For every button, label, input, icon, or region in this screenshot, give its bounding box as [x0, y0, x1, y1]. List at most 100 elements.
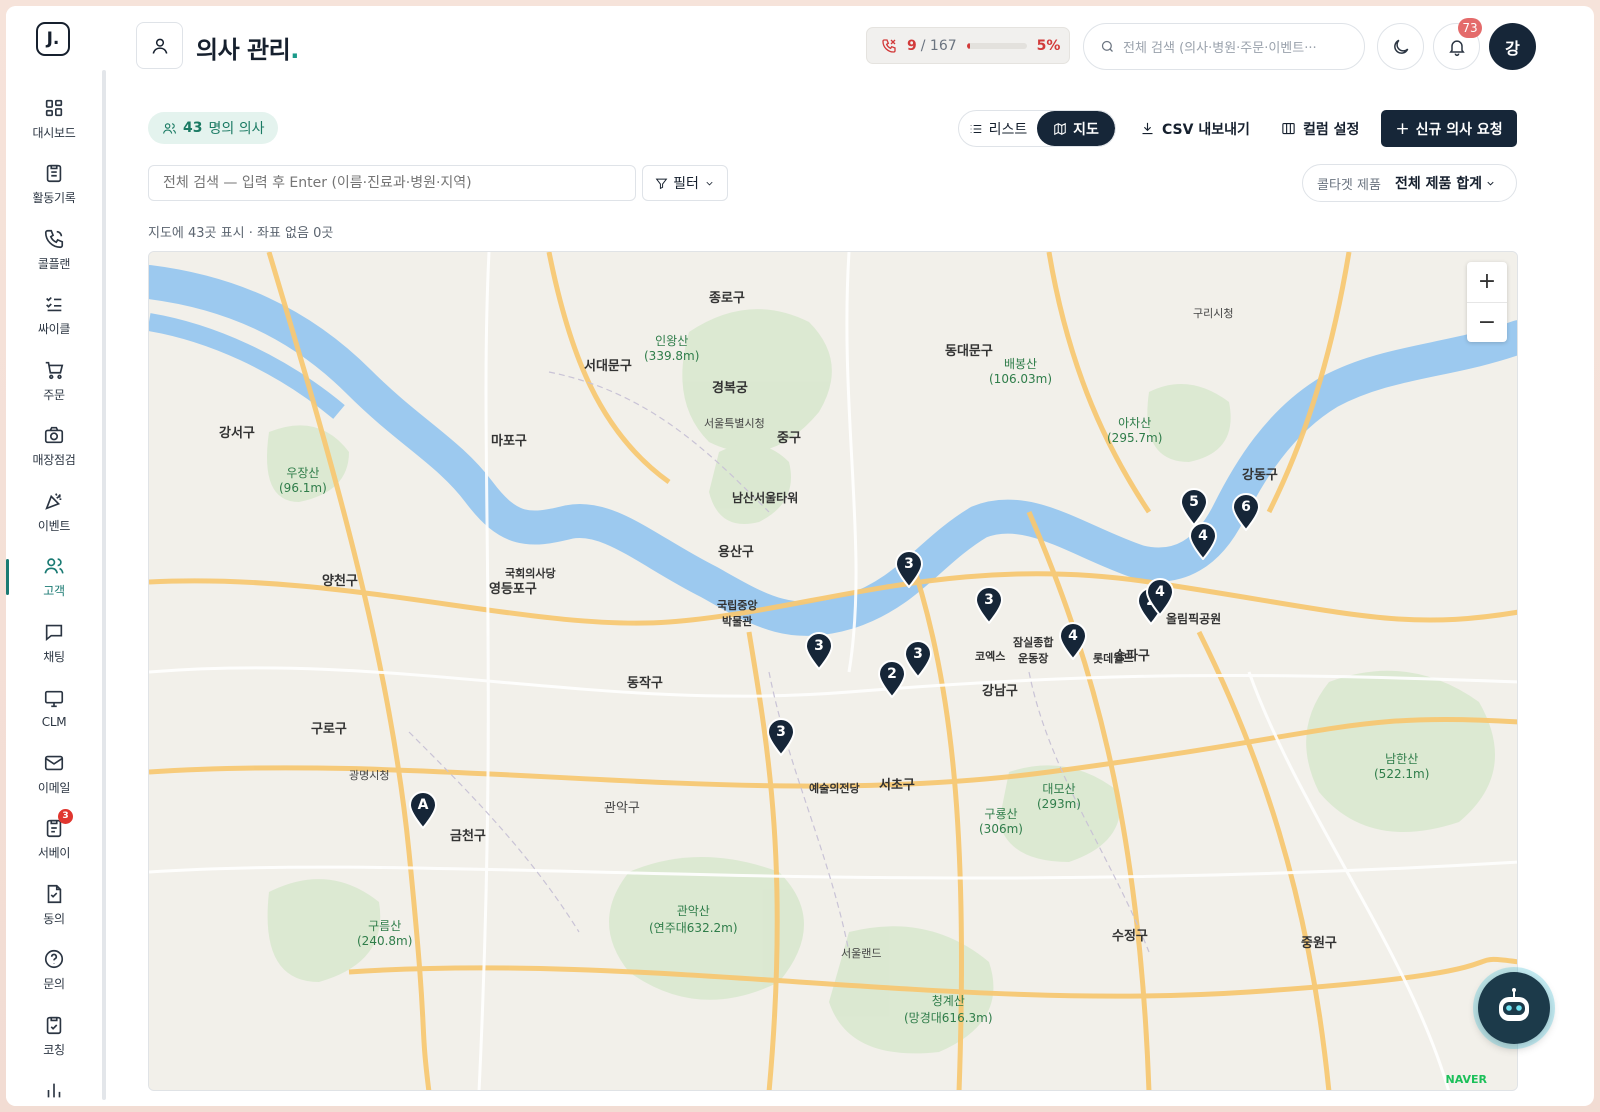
map-marker[interactable]: 4 [1145, 578, 1175, 616]
avatar[interactable]: 강 [1489, 23, 1536, 70]
map-label-guro: 구로구 [311, 722, 347, 737]
sidebar-item-label: 콜플랜 [37, 256, 71, 271]
call-progress-pill[interactable]: 9 / 167 5% [866, 27, 1070, 64]
notifications-button[interactable]: 73 [1433, 18, 1482, 70]
map-label-namsan: 남산서울타워 [732, 491, 799, 505]
map-marker[interactable]: 4 [1058, 622, 1088, 660]
sidebar-item-label: 동의 [43, 911, 65, 926]
checklist-icon [46, 297, 62, 312]
map-base-layer [149, 252, 1517, 1090]
mail-icon [44, 755, 64, 770]
call-progress-bar [966, 42, 1027, 49]
doctor-map[interactable]: 종로구 서대문구 인왕산 (339.8m) 경복궁 서울특별시청 마포구 중구 … [148, 251, 1518, 1091]
product-select-value: 전체 제품 합계 [1394, 176, 1482, 192]
sidebar-item-phone[interactable]: 콜플랜 [6, 217, 102, 283]
sidebar-item-clipboard[interactable]: 활동기록 [6, 152, 102, 218]
sidebar-scrollbar[interactable] [102, 70, 106, 1100]
map-label-inwangsan: 인왕산 (339.8m) [644, 334, 700, 363]
map-label-yangcheon: 양천구 [322, 574, 358, 589]
map-marker[interactable]: 3 [974, 586, 1004, 624]
sidebar-item-camera[interactable]: 매장점검 [6, 414, 102, 480]
map-marker[interactable]: 6 [1231, 493, 1261, 531]
list-view-button[interactable]: 리스트 [959, 111, 1037, 146]
csv-export-label: CSV 내보내기 [1162, 121, 1250, 138]
map-label-seoul-city: 서울특별시청 [704, 417, 765, 430]
sidebar-item-document[interactable]: 동의 [6, 872, 102, 938]
map-label-junggu: 중구 [777, 431, 801, 446]
column-settings-button[interactable]: 컬럼 설정 [1281, 110, 1359, 147]
map-label-achasan: 아차산 (295.7m) [1107, 416, 1163, 445]
global-search-placeholder: 전체 검색 (의사·병원·주문·이벤트··· [1123, 41, 1317, 56]
sidebar-item-mail[interactable]: 이메일 [6, 741, 102, 807]
sidebar-item-bar-chart[interactable]: 레포트 [6, 1069, 102, 1107]
zoom-out-button[interactable]: − [1467, 301, 1507, 343]
csv-export-button[interactable]: CSV 내보내기 [1140, 110, 1250, 147]
doctor-profile-button[interactable] [136, 22, 183, 69]
map-label-seodaemun: 서대문구 [584, 359, 632, 374]
product-select[interactable]: 콜타겟 제품 전체 제품 합계 [1302, 164, 1517, 202]
global-search-input[interactable]: 전체 검색 (의사·병원·주문·이벤트··· [1083, 23, 1365, 70]
new-doctor-request-button[interactable]: + 신규 의사 요청 [1381, 110, 1517, 147]
map-label-lotte: 롯데월드 [1093, 652, 1134, 665]
call-percent: 5% [1036, 37, 1061, 54]
filter-button[interactable]: 필터 [642, 165, 728, 201]
map-marker[interactable]: 3 [766, 718, 796, 756]
sidebar-item-label: 대시보드 [32, 125, 76, 140]
sidebar-item-party[interactable]: 이벤트 [6, 479, 102, 545]
sidebar-item-survey[interactable]: 서베이 3 [6, 807, 102, 873]
sidebar-item-help[interactable]: 문의 [6, 938, 102, 1004]
map-marker-count: 3 [814, 638, 824, 654]
map-label-mapo: 마포구 [491, 434, 527, 449]
map-marker[interactable]: 4 [1188, 522, 1218, 560]
map-label-gangdong: 강동구 [1242, 468, 1278, 483]
map-marker-count: 5 [1189, 494, 1199, 510]
sidebar-item-chat[interactable]: 채팅 [6, 610, 102, 676]
product-select-label: 콜타겟 제품 [1317, 177, 1381, 193]
bar-chart-icon [47, 1083, 61, 1098]
map-label-gwanak-gu: 관악구 [604, 801, 640, 816]
sidebar-item-label: 문의 [43, 977, 65, 992]
monitor-icon [44, 690, 64, 707]
sidebar-item-cart[interactable]: 주문 [6, 348, 102, 414]
columns-icon [1282, 122, 1295, 135]
map-label-gukhoe: 국회의사당 [505, 567, 556, 580]
map-label-namhansan: 남한산 (522.1m) [1374, 752, 1430, 781]
map-marker[interactable]: 5 [1179, 488, 1209, 526]
map-marker[interactable]: 3 [804, 632, 834, 670]
map-label-gangseo: 강서구 [219, 426, 255, 441]
clipboard-icon [46, 165, 62, 183]
chatbot-button[interactable] [1478, 972, 1550, 1044]
app-logo[interactable]: J. [36, 22, 70, 56]
phone-call-icon [882, 38, 896, 53]
map-label-suseong: 수정구 [1112, 929, 1148, 944]
map-label-dongdaemun: 동대문구 [945, 344, 993, 359]
theme-toggle-button[interactable] [1377, 23, 1424, 70]
page-title: 의사 관리. [196, 30, 299, 65]
map-marker-count: 2 [887, 666, 897, 682]
map-marker[interactable]: 3 [894, 550, 924, 588]
chevron-down-icon [1487, 181, 1494, 186]
map-marker[interactable]: 2 [877, 660, 907, 698]
map-view-label: 지도 [1073, 121, 1099, 138]
search-icon [1101, 40, 1113, 52]
map-marker-count: 3 [913, 646, 923, 662]
map-label-geumcheon: 금천구 [450, 829, 486, 844]
robot-icon [1499, 988, 1529, 1021]
sidebar-item-dashboard[interactable]: 대시보드 [6, 86, 102, 152]
doctor-search-input[interactable] [148, 165, 636, 201]
sidebar-item-users[interactable]: 고객 [6, 545, 102, 611]
map-label-arts: 예술의전당 [809, 782, 860, 795]
chat-icon [45, 624, 63, 641]
sidebar-item-clipboard-check[interactable]: 코칭 [6, 1003, 102, 1069]
sidebar-nav: 대시보드활동기록콜플랜싸이클 주문 매장점검이벤트고객 채팅 CLM 이메일 서베이 3 동의문… [6, 86, 102, 1106]
bell-icon [1448, 39, 1465, 56]
sidebar-item-checklist[interactable]: 싸이클 [6, 283, 102, 349]
map-view-button[interactable]: 지도 [1037, 111, 1115, 146]
zoom-in-button[interactable]: + [1467, 262, 1507, 302]
sidebar-item-monitor[interactable]: CLM [6, 676, 102, 742]
map-marker[interactable]: A [408, 791, 438, 829]
plus-icon: + [1395, 118, 1410, 139]
sidebar-item-label: 이벤트 [37, 518, 71, 533]
map-label-guryongsan: 구룡산 (306m) [979, 807, 1023, 836]
map-marker[interactable]: 3 [903, 640, 933, 678]
